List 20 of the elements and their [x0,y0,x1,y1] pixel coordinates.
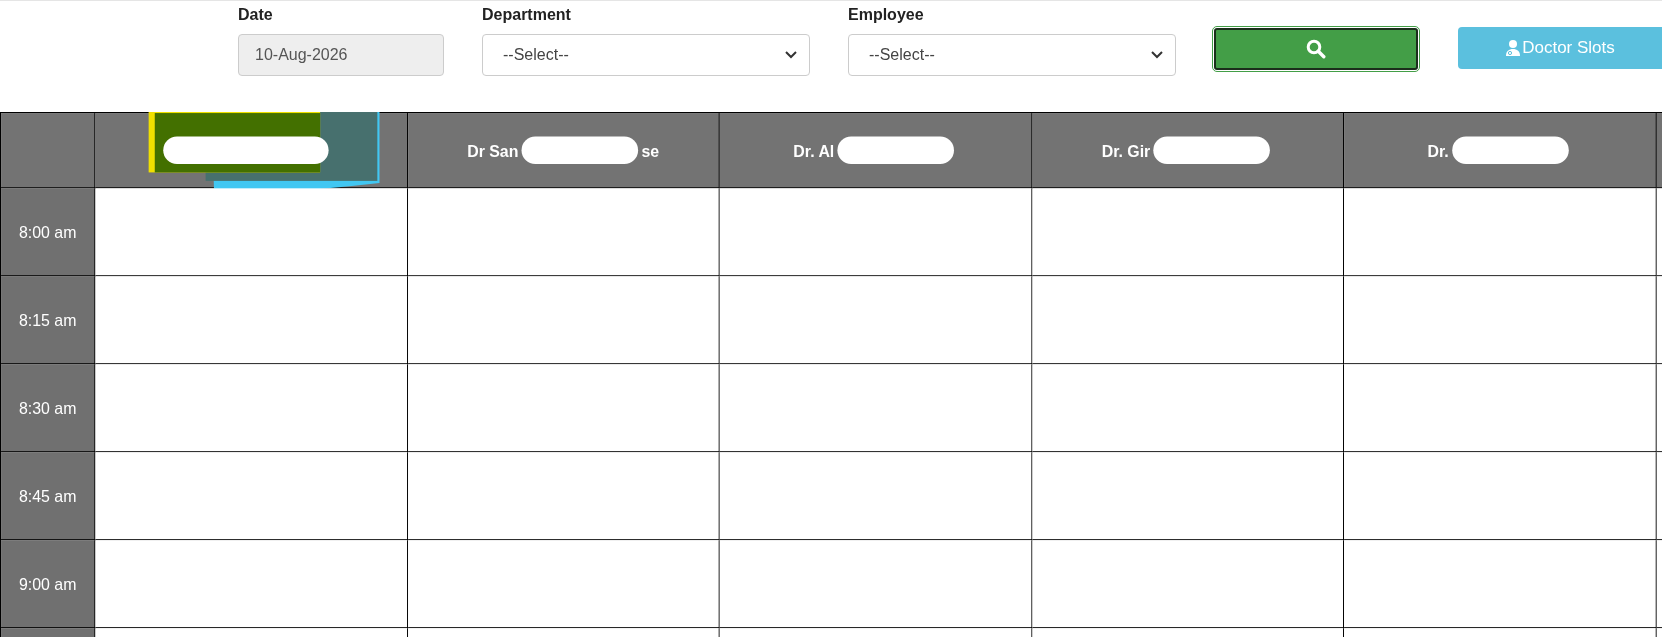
employee-label: Employee [848,5,925,25]
time-cell: 8:00 am [1,188,96,277]
doctor-name: se [641,141,660,160]
employee-select[interactable]: --Select-- [848,34,1176,76]
time-cell: 9:00 am [1,540,96,629]
department-label: Department [482,5,572,25]
search-icon [1306,39,1326,59]
doctor-name: Dr San [467,141,519,160]
time-cell: 8:15 am [1,276,96,365]
doctor-icon [1505,39,1522,57]
chevron-icon [785,51,797,59]
doctor-name: Dr. Al [793,141,835,160]
time-cell: 8:30 am [1,364,96,453]
doctor-name: Dr. [1427,141,1449,160]
doctor-name: Dr. Gir [1101,141,1151,160]
date-label: Date [238,5,274,25]
time-cell: 8:45 am [1,452,96,541]
search-button[interactable] [1214,28,1418,70]
department-select[interactable]: --Select-- [482,34,810,76]
chevron-icon [1151,51,1163,59]
